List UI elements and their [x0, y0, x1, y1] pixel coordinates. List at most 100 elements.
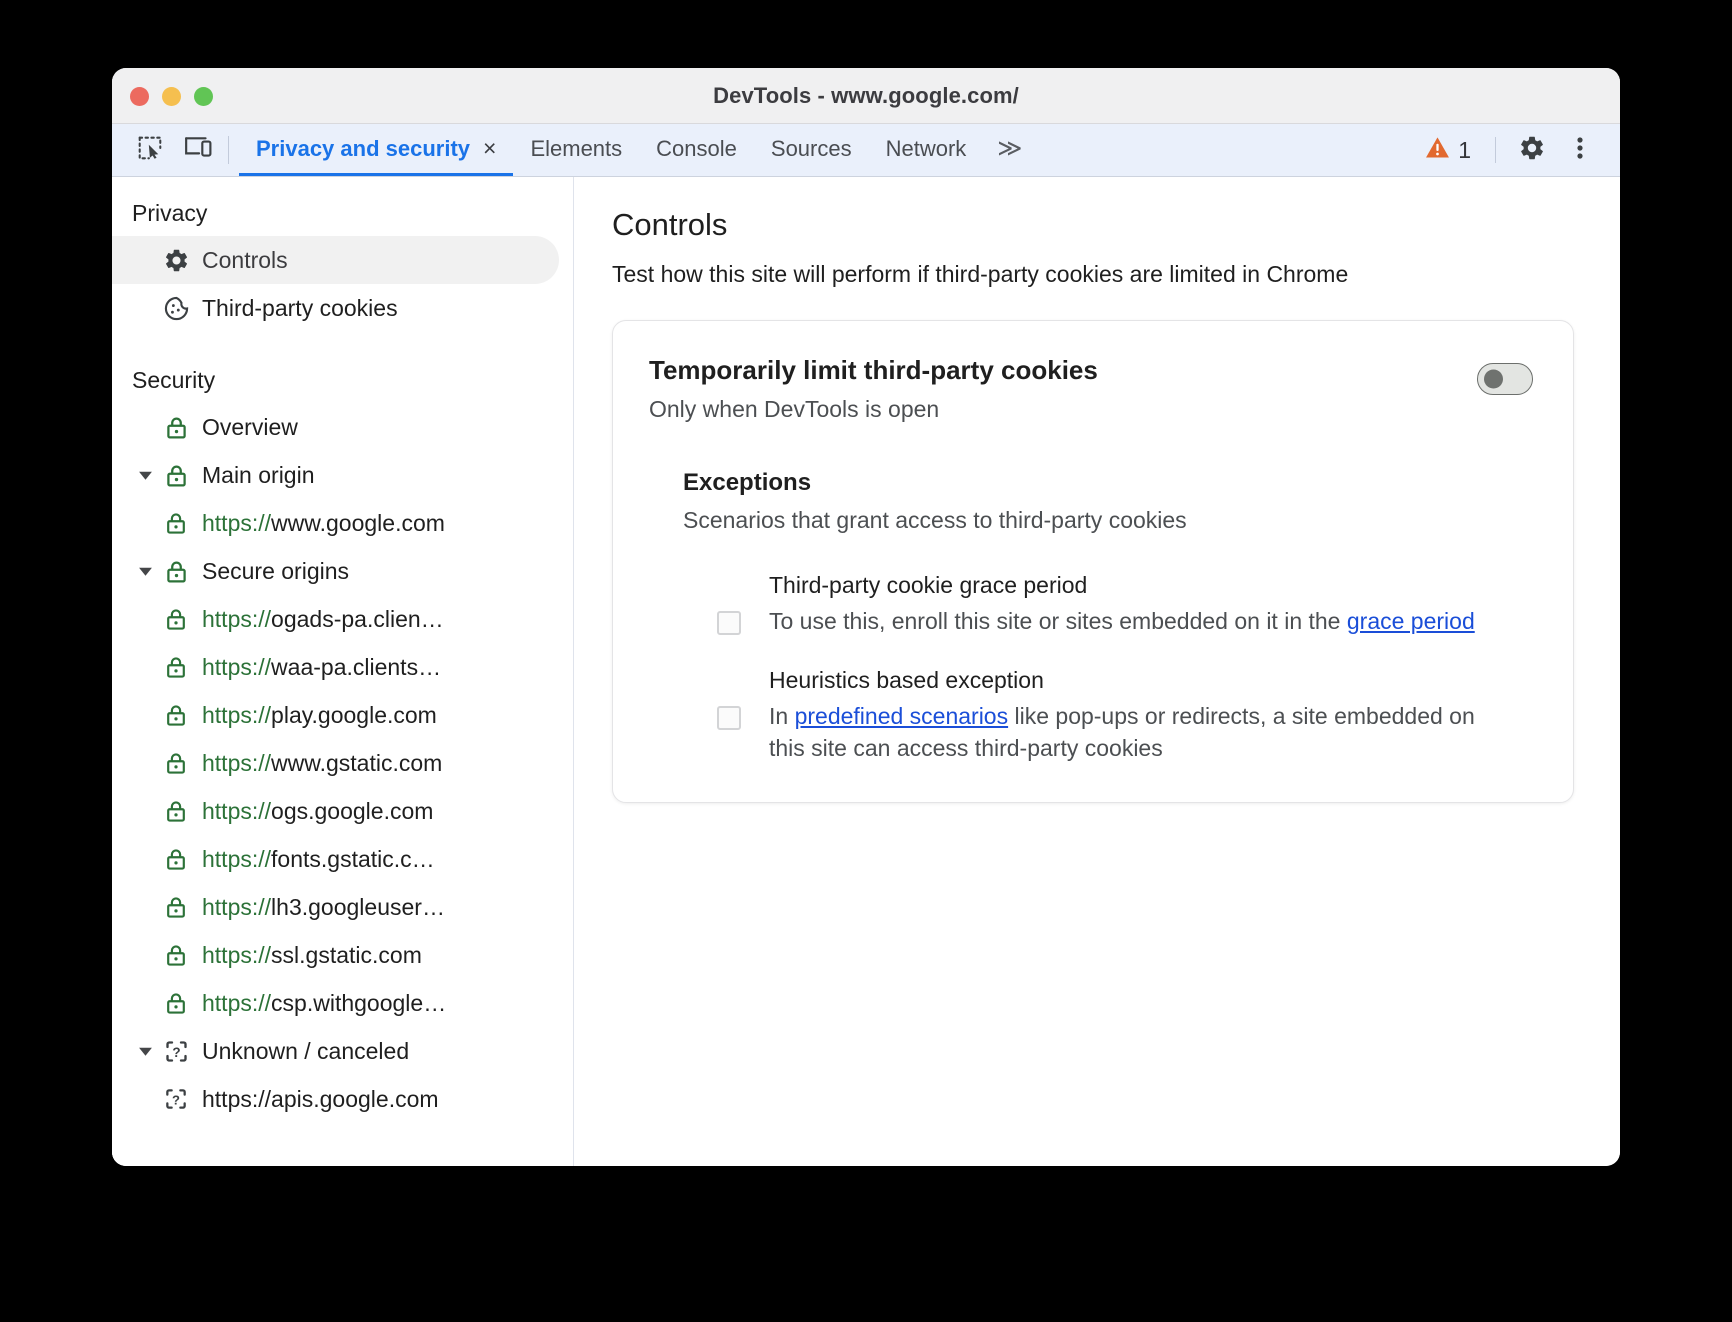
origin-scheme: https:// — [202, 989, 272, 1016]
grace-period-checkbox[interactable] — [717, 611, 741, 635]
toolbar-divider — [228, 136, 229, 164]
card-subtitle: Only when DevTools is open — [649, 396, 940, 422]
exceptions-subtitle: Scenarios that grant access to third-par… — [683, 507, 1187, 533]
card-title: Temporarily limit third-party cookies — [649, 355, 1098, 385]
origin-host: fonts.gstatic.c… — [271, 845, 435, 872]
minimize-window-button[interactable] — [162, 86, 181, 106]
sidebar-group-main-origin[interactable]: Main origin — [112, 451, 573, 499]
exception-row: To use this, enroll this site or sites e… — [717, 606, 1533, 637]
sidebar-origin-row[interactable]: https://ogs.google.com — [112, 787, 573, 835]
lock-icon — [158, 750, 194, 776]
origin-host: www.google.com — [271, 509, 445, 536]
tabbar-actions: 1 — [1413, 124, 1620, 176]
inspect-element-button[interactable] — [126, 124, 174, 176]
privacy-security-sidebar[interactable]: Privacy Controls Third-party cookies Sec… — [112, 177, 574, 1166]
warning-status-badge[interactable]: 1 — [1413, 136, 1483, 164]
chevron-down-icon[interactable] — [132, 470, 158, 481]
sidebar-section-privacy: Privacy — [132, 200, 208, 226]
sidebar-origin-row[interactable]: https://lh3.googleuser… — [112, 883, 573, 931]
exception-grace-period: Third-party cookie grace period To use t… — [717, 572, 1533, 637]
exception-heuristics: Heuristics based exception In predefined… — [717, 667, 1533, 764]
tab-console[interactable]: Console — [639, 124, 754, 176]
page-subtitle: Test how this site will perform if third… — [612, 261, 1349, 287]
sidebar-item-overview[interactable]: Overview — [112, 403, 573, 451]
unknown-icon: ? — [158, 1086, 194, 1112]
lock-icon — [158, 654, 194, 680]
exceptions-title: Exceptions — [683, 469, 812, 496]
chevron-double-right-icon: ≫ — [997, 135, 1023, 162]
more-tabs-button[interactable]: ≫ — [983, 124, 1036, 176]
gear-icon — [1518, 134, 1546, 167]
sidebar-item-controls[interactable]: Controls — [112, 236, 559, 284]
sidebar-origin-row[interactable]: https://www.gstatic.com — [112, 739, 573, 787]
card-header-text: Temporarily limit third-party cookies On… — [649, 355, 1477, 423]
svg-text:?: ? — [172, 1092, 180, 1107]
close-icon[interactable]: × — [483, 137, 496, 160]
origin-scheme: https:// — [202, 893, 272, 920]
controls-panel: Controls Test how this site will perform… — [574, 177, 1620, 1166]
settings-button[interactable] — [1508, 134, 1556, 167]
tab-sources[interactable]: Sources — [754, 124, 869, 176]
tab-label: Elements — [530, 135, 623, 161]
sidebar-item-label: Overview — [202, 413, 298, 440]
window-titlebar: DevTools - www.google.com/ — [112, 68, 1620, 124]
lock-icon — [158, 846, 194, 872]
warning-count: 1 — [1458, 136, 1471, 163]
sidebar-origin-row[interactable]: ? https://apis.google.com — [112, 1075, 573, 1123]
sidebar-group-secure-origins[interactable]: Secure origins — [112, 547, 573, 595]
device-toolbar-button[interactable] — [174, 124, 222, 176]
exception-desc-before: To use this, enroll this site or sites e… — [769, 608, 1347, 634]
chevron-down-icon[interactable] — [132, 566, 158, 577]
tab-label: Console — [656, 135, 737, 161]
tab-label: Sources — [770, 135, 852, 161]
devtools-window: DevTools - www.google.com/ Privacy and s… — [112, 68, 1620, 1166]
sidebar-origin-row[interactable]: https://csp.withgoogle… — [112, 979, 573, 1027]
toggle-knob — [1484, 369, 1503, 389]
predefined-scenarios-link[interactable]: predefined scenarios — [795, 703, 1009, 729]
sidebar-origin-row[interactable]: https://waa-pa.clients… — [112, 643, 573, 691]
exception-description: To use this, enroll this site or sites e… — [769, 606, 1475, 637]
tab-network[interactable]: Network — [869, 124, 984, 176]
kebab-menu-icon — [1576, 134, 1584, 167]
exception-description: In predefined scenarios like pop-ups or … — [769, 701, 1489, 764]
origin-scheme: https:// — [202, 845, 272, 872]
sidebar-group-unknown-canceled[interactable]: ? Unknown / canceled — [112, 1027, 573, 1075]
origin-host: play.google.com — [271, 701, 437, 728]
window-title: DevTools - www.google.com/ — [713, 82, 1019, 108]
tab-privacy-and-security[interactable]: Privacy and security × — [239, 124, 514, 176]
exception-name: Heuristics based exception — [769, 667, 1044, 694]
lock-icon — [158, 462, 194, 489]
sidebar-item-label: Controls — [202, 246, 288, 273]
sidebar-origin-row[interactable]: https://fonts.gstatic.c… — [112, 835, 573, 883]
close-window-button[interactable] — [130, 86, 149, 106]
origin-scheme: https:// — [202, 797, 272, 824]
more-options-button[interactable] — [1556, 134, 1604, 167]
origin-host: waa-pa.clients… — [271, 653, 442, 680]
sidebar-origin-row[interactable]: https://ogads-pa.clien… — [112, 595, 573, 643]
limit-third-party-cookies-card: Temporarily limit third-party cookies On… — [612, 320, 1574, 803]
origin-host: www.gstatic.com — [271, 749, 443, 776]
tab-label: Privacy and security — [256, 135, 471, 161]
grace-period-link[interactable]: grace period — [1347, 608, 1475, 634]
maximize-window-button[interactable] — [194, 86, 213, 106]
sidebar-group-label: Secure origins — [202, 557, 350, 584]
tab-elements[interactable]: Elements — [513, 124, 639, 176]
origin-scheme: https:// — [202, 1085, 272, 1112]
lock-icon — [158, 606, 194, 632]
svg-text:?: ? — [172, 1045, 180, 1060]
unknown-icon: ? — [158, 1038, 194, 1065]
lock-icon — [158, 702, 194, 728]
lock-icon — [158, 942, 194, 968]
traffic-lights — [130, 68, 213, 124]
tab-label: Network — [885, 135, 967, 161]
heuristics-checkbox[interactable] — [717, 706, 741, 731]
origin-scheme: https:// — [202, 509, 272, 536]
sidebar-item-label: Third-party cookies — [202, 294, 398, 321]
sidebar-origin-row[interactable]: https://www.google.com — [112, 499, 573, 547]
limit-third-party-cookies-toggle[interactable] — [1477, 363, 1533, 395]
inspect-element-icon — [137, 135, 163, 166]
sidebar-origin-row[interactable]: https://ssl.gstatic.com — [112, 931, 573, 979]
sidebar-origin-row[interactable]: https://play.google.com — [112, 691, 573, 739]
sidebar-item-third-party-cookies[interactable]: Third-party cookies — [112, 284, 573, 332]
chevron-down-icon[interactable] — [132, 1046, 158, 1057]
